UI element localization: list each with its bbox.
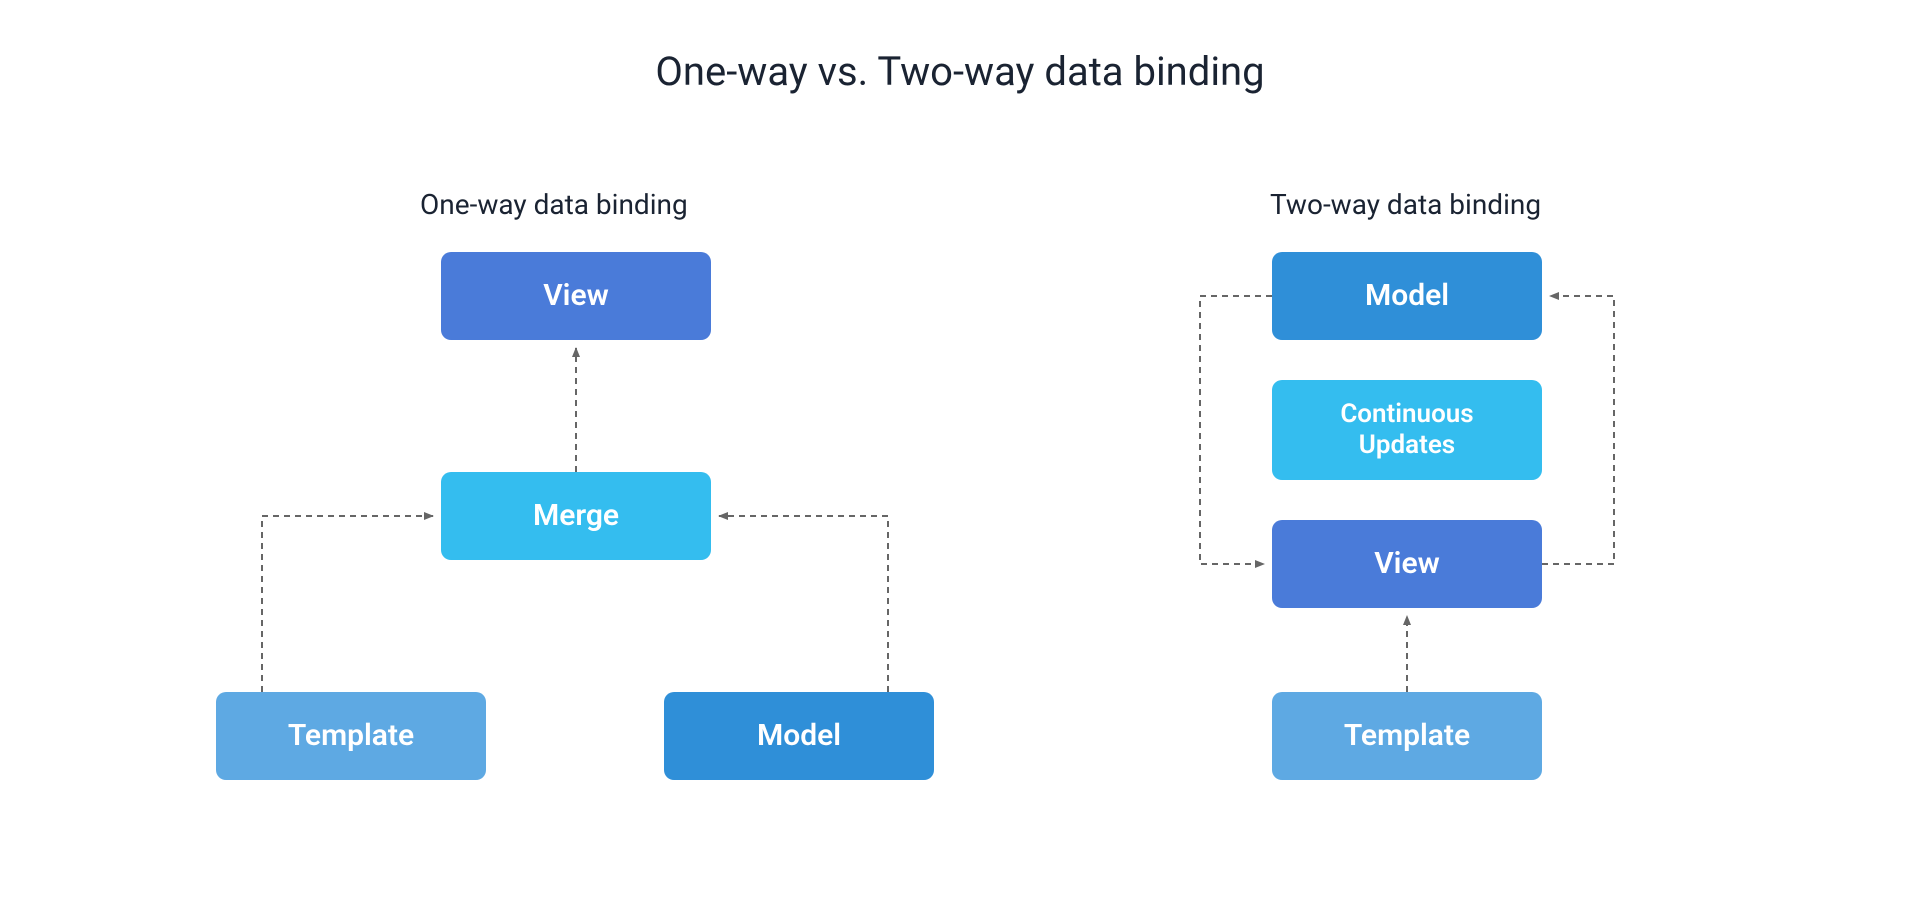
left-merge-box: Merge bbox=[441, 472, 711, 560]
left-view-box: View bbox=[441, 252, 711, 340]
diagram-title: One-way vs. Two-way data binding bbox=[0, 48, 1920, 95]
left-model-box: Model bbox=[664, 692, 934, 780]
right-model-box: Model bbox=[1272, 252, 1542, 340]
right-continuous-box: Continuous Updates bbox=[1272, 380, 1542, 480]
right-view-box: View bbox=[1272, 520, 1542, 608]
right-template-box: Template bbox=[1272, 692, 1542, 780]
left-subtitle: One-way data binding bbox=[420, 188, 688, 221]
right-subtitle: Two-way data binding bbox=[1270, 188, 1541, 221]
left-template-box: Template bbox=[216, 692, 486, 780]
right-continuous-label: Continuous Updates bbox=[1340, 399, 1473, 461]
